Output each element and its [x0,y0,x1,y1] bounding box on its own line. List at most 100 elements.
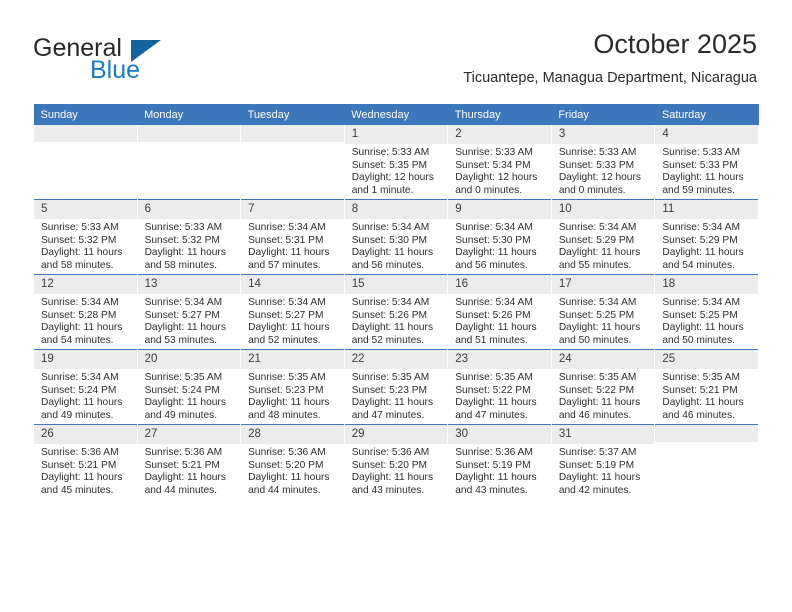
calendar-day-cell[interactable]: 7 Sunrise: 5:34 AM Sunset: 5:31 PM Daylight… [240,199,345,275]
sunrise-text: Sunrise: 5:35 AM [455,372,533,383]
calendar-day-cell[interactable]: 16 Sunrise: 5:34 AM Sunset: 5:26 PM Dayligh… [447,274,552,350]
calendar-day-cell[interactable]: 11 Sunrise: 5:34 AM Sunset: 5:29 PM Dayligh… [654,199,759,275]
calendar-day-cell[interactable]: 27 Sunrise: 5:36 AM Sunset: 5:21 PM Dayligh… [136,424,242,499]
calendar-day-cell[interactable]: 2 Sunrise: 5:33 AM Sunset: 5:34 PM Daylight… [447,125,552,200]
sunrise-text: Sunrise: 5:34 AM [41,372,119,383]
daylight-text-line1: Daylight: 11 hours [558,322,641,334]
sunset-text: Sunset: 5:25 PM [558,309,635,321]
calendar-day-cell[interactable]: 21 Sunrise: 5:35 AM Sunset: 5:23 PM Dayligh… [240,349,345,425]
calendar-day-cell[interactable]: 5 Sunrise: 5:33 AM Sunset: 5:32 PM Daylight… [33,199,138,275]
calendar-day-cell[interactable]: 23 Sunrise: 5:35 AM Sunset: 5:22 PM Dayligh… [447,349,552,425]
calendar-day-cell[interactable]: 20 Sunrise: 5:35 AM Sunset: 5:24 PM Dayligh… [136,349,242,425]
daylight-text-line2: and 56 minutes. [351,259,425,271]
day-number: 23 [448,350,551,369]
brand-logo[interactable]: General Blue [33,34,223,84]
day-number: 10 [551,200,655,219]
sunset-text: Sunset: 5:19 PM [558,459,635,471]
day-details: Sunrise: 5:35 AM Sunset: 5:23 PM Daylight:… [241,369,344,422]
day-number: 11 [655,200,758,219]
daylight-text-line1: Daylight: 12 hours [351,172,434,184]
daylight-text-line2: and 50 minutes. [662,334,735,346]
weekday-header-friday: Friday [551,104,655,125]
daylight-text-line1: Daylight: 11 hours [144,247,226,259]
daylight-text-line1: Daylight: 11 hours [455,247,537,259]
day-number: 21 [241,350,344,369]
weekday-header-sunday: Sunday [33,104,138,125]
calendar-day-cell[interactable]: 14 Sunrise: 5:34 AM Sunset: 5:27 PM Dayligh… [240,274,345,350]
day-details: Sunrise: 5:36 AM Sunset: 5:21 PM Daylight:… [34,444,137,497]
calendar-day-cell[interactable]: 25 Sunrise: 5:35 AM Sunset: 5:21 PM Dayligh… [654,349,759,425]
daylight-text-line1: Daylight: 11 hours [248,472,330,484]
calendar-day-cell[interactable]: 22 Sunrise: 5:35 AM Sunset: 5:23 PM Dayligh… [343,349,449,425]
daylight-text-line1: Daylight: 11 hours [351,322,434,334]
sunset-text: Sunset: 5:27 PM [144,309,220,321]
day-details: Sunrise: 5:35 AM Sunset: 5:22 PM Daylight:… [552,369,655,422]
calendar-day-cell[interactable]: 18 Sunrise: 5:34 AM Sunset: 5:25 PM Dayligh… [654,274,759,350]
day-number: 29 [344,425,448,444]
day-details: Sunrise: 5:35 AM Sunset: 5:24 PM Daylight:… [138,369,241,422]
sunset-text: Sunset: 5:31 PM [248,234,324,246]
daylight-text-line1: Daylight: 11 hours [144,397,226,409]
calendar-day-cell[interactable]: 12 Sunrise: 5:34 AM Sunset: 5:28 PM Dayligh… [33,274,138,350]
daylight-text-line2: and 48 minutes. [248,409,321,421]
daylight-text-line1: Daylight: 11 hours [248,322,330,334]
calendar-day-cell[interactable]: 9 Sunrise: 5:34 AM Sunset: 5:30 PM Daylight… [447,199,552,275]
sunrise-text: Sunrise: 5:33 AM [41,222,119,233]
calendar-day-cell[interactable]: 6 Sunrise: 5:33 AM Sunset: 5:32 PM Daylight… [136,199,242,275]
sunset-text: Sunset: 5:33 PM [662,159,738,171]
calendar-day-cell[interactable]: 31 Sunrise: 5:37 AM Sunset: 5:19 PM Dayligh… [550,424,656,499]
calendar-day-cell[interactable]: 8 Sunrise: 5:34 AM Sunset: 5:30 PM Daylight… [343,199,449,275]
day-details: Sunrise: 5:33 AM Sunset: 5:35 PM Daylight:… [345,144,448,197]
calendar-day-cell[interactable]: 1 Sunrise: 5:33 AM Sunset: 5:35 PM Daylight… [343,125,449,200]
day-details: Sunrise: 5:34 AM Sunset: 5:28 PM Daylight:… [34,294,137,347]
calendar-day-cell[interactable]: 3 Sunrise: 5:33 AM Sunset: 5:33 PM Daylight… [550,125,656,200]
sunrise-text: Sunrise: 5:33 AM [455,147,533,158]
calendar-day-cell[interactable]: 4 Sunrise: 5:33 AM Sunset: 5:33 PM Daylight… [654,125,759,200]
day-number: 28 [241,425,344,444]
daylight-text-line2: and 56 minutes. [455,259,528,271]
calendar-day-cell[interactable]: 15 Sunrise: 5:34 AM Sunset: 5:26 PM Dayligh… [343,274,449,350]
sunset-text: Sunset: 5:24 PM [41,384,117,396]
calendar-day-cell[interactable]: 26 Sunrise: 5:36 AM Sunset: 5:21 PM Dayligh… [33,424,138,499]
daylight-text-line2: and 44 minutes. [144,484,218,496]
daylight-text-line1: Daylight: 11 hours [662,397,744,409]
daylight-text-line2: and 46 minutes. [558,409,632,421]
sunrise-text: Sunrise: 5:36 AM [248,447,326,458]
day-number: 27 [137,425,241,444]
calendar-header-row: Sunday Monday Tuesday Wednesday Thursday… [33,104,759,125]
calendar-day-cell[interactable]: 10 Sunrise: 5:34 AM Sunset: 5:29 PM Dayligh… [550,199,656,275]
sunrise-text: Sunrise: 5:33 AM [351,147,430,158]
calendar-day-cell[interactable]: 29 Sunrise: 5:36 AM Sunset: 5:20 PM Dayligh… [343,424,449,499]
calendar-day-cell-empty [136,125,242,200]
calendar-day-cell[interactable]: 19 Sunrise: 5:34 AM Sunset: 5:24 PM Dayligh… [33,349,138,425]
day-number: 17 [551,275,655,294]
day-number: 25 [655,350,758,369]
day-details: Sunrise: 5:34 AM Sunset: 5:26 PM Daylight:… [345,294,448,347]
calendar-day-cell[interactable]: 30 Sunrise: 5:36 AM Sunset: 5:19 PM Dayligh… [447,424,552,499]
location-subtitle: Ticuantepe, Managua Department, Nicaragu… [463,70,757,86]
day-number: 12 [34,275,137,294]
calendar-day-cell[interactable]: 24 Sunrise: 5:35 AM Sunset: 5:22 PM Dayligh… [550,349,656,425]
daylight-text-line2: and 51 minutes. [455,334,528,346]
calendar-day-cell[interactable]: 13 Sunrise: 5:34 AM Sunset: 5:27 PM Dayligh… [136,274,242,350]
daylight-text-line1: Daylight: 11 hours [351,397,434,409]
day-number: 22 [344,350,448,369]
sunset-text: Sunset: 5:24 PM [144,384,220,396]
daylight-text-line2: and 52 minutes. [351,334,425,346]
day-number: 26 [34,425,137,444]
daylight-text-line2: and 0 minutes. [455,184,523,196]
calendar-day-cell[interactable]: 17 Sunrise: 5:34 AM Sunset: 5:25 PM Dayligh… [550,274,656,350]
sunrise-text: Sunrise: 5:35 AM [558,372,637,383]
day-number: 5 [34,200,137,219]
day-details: Sunrise: 5:35 AM Sunset: 5:21 PM Daylight:… [655,369,758,422]
calendar-day-cell[interactable]: 28 Sunrise: 5:36 AM Sunset: 5:20 PM Dayligh… [240,424,345,499]
sunset-text: Sunset: 5:26 PM [351,309,428,321]
sunset-text: Sunset: 5:23 PM [248,384,324,396]
daylight-text-line2: and 42 minutes. [558,484,632,496]
sunrise-text: Sunrise: 5:34 AM [455,222,533,233]
daylight-text-line2: and 49 minutes. [41,409,114,421]
sunset-text: Sunset: 5:32 PM [41,234,117,246]
daylight-text-line2: and 47 minutes. [351,409,425,421]
sunset-text: Sunset: 5:21 PM [41,459,117,471]
daylight-text-line2: and 49 minutes. [144,409,218,421]
